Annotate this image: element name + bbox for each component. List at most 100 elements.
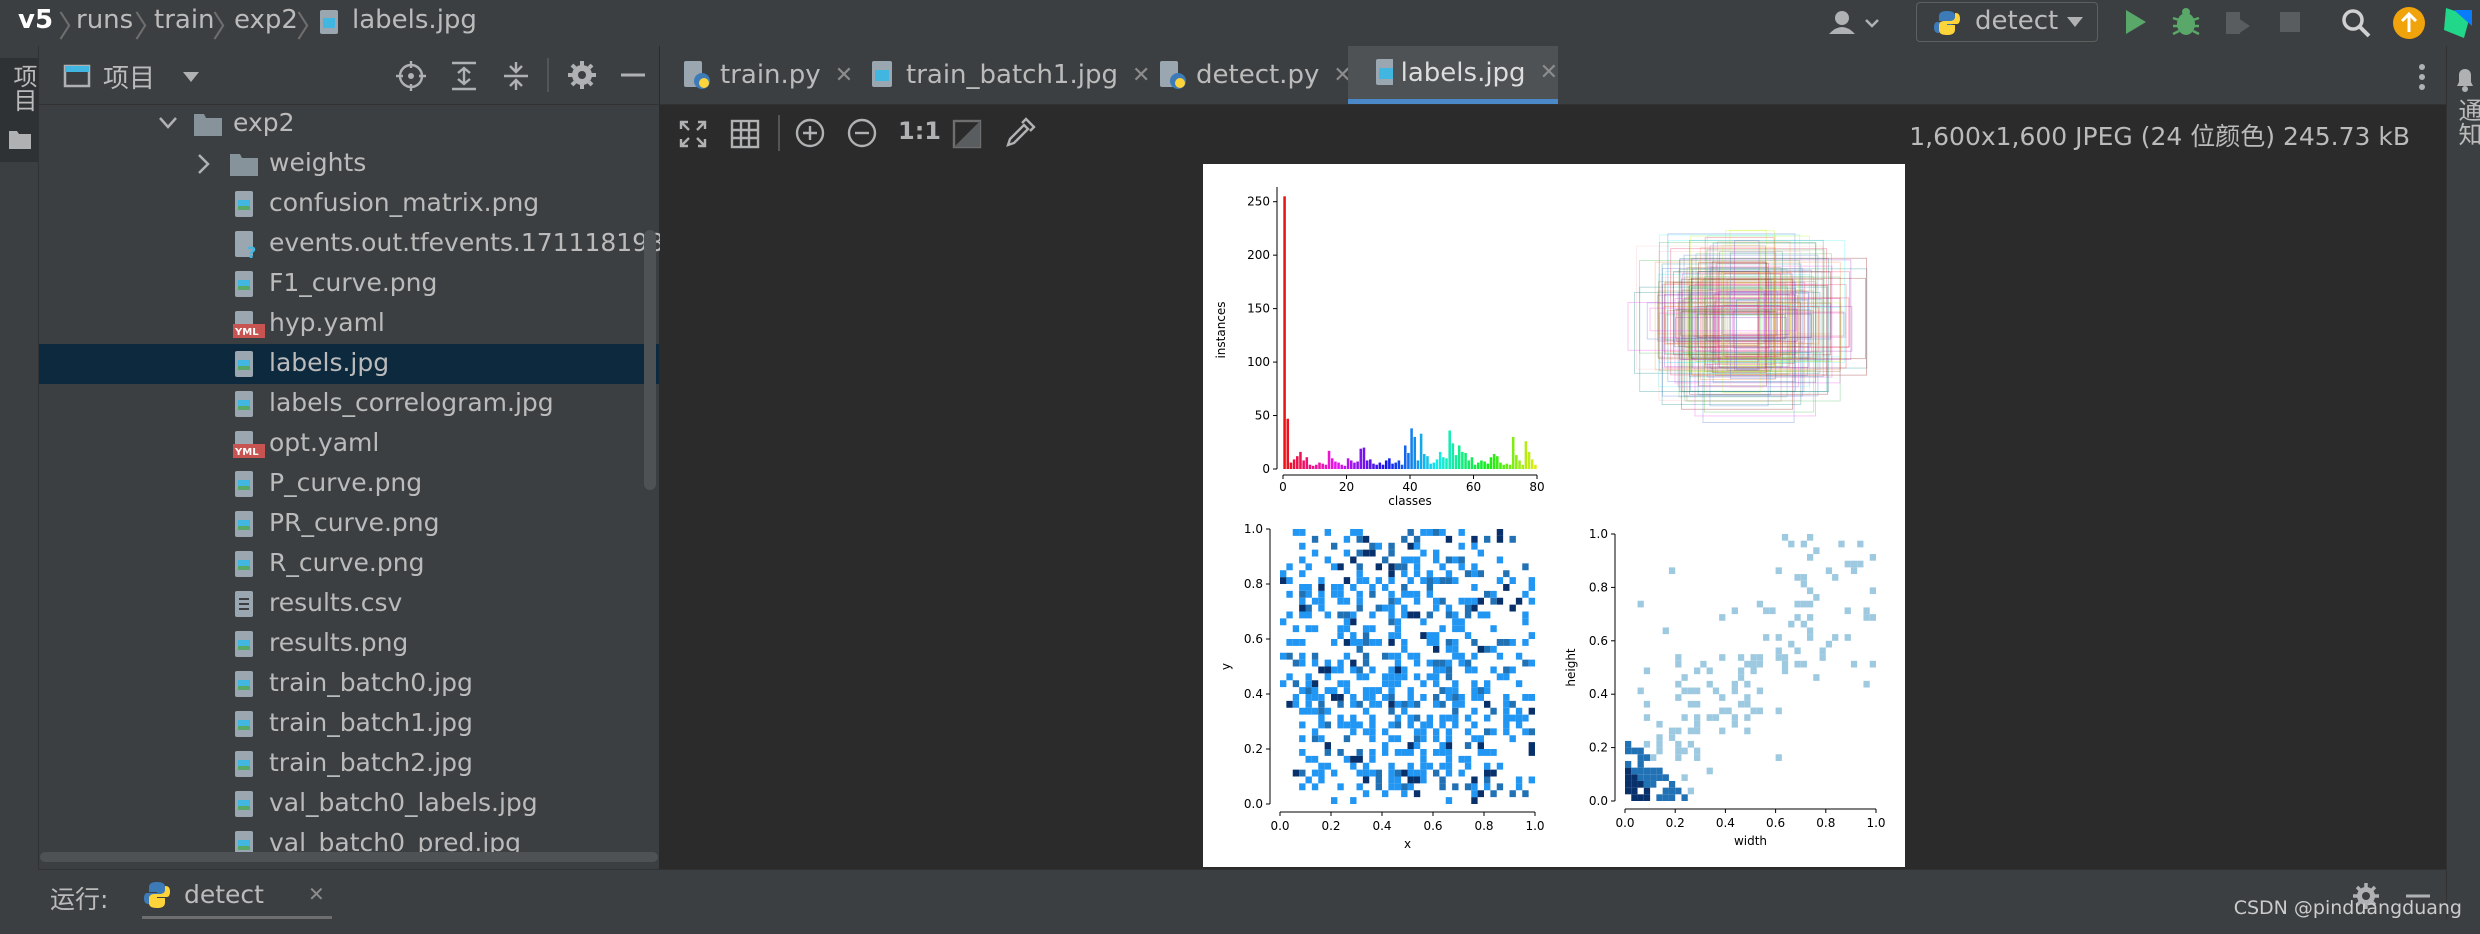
tab-train-py[interactable]: train.py ✕ — [682, 46, 853, 104]
hist-cell — [1477, 735, 1484, 743]
hist-cell — [1869, 660, 1876, 668]
tab-labels-jpg[interactable]: labels.jpg ✕ — [1348, 46, 1558, 104]
hist-cell — [1369, 749, 1376, 756]
tree-label: PR_curve.png — [269, 508, 440, 537]
more-actions-icon[interactable] — [2416, 62, 2428, 92]
image-file-icon — [235, 671, 253, 697]
hist-cell — [1401, 749, 1408, 756]
update-icon[interactable] — [2392, 6, 2426, 40]
hist-cell — [1637, 760, 1644, 768]
hist-cell — [1496, 535, 1504, 543]
bar — [1416, 460, 1420, 469]
close-icon[interactable]: ✕ — [1132, 63, 1150, 88]
coverage-icon[interactable] — [2222, 8, 2254, 38]
tree-file-row[interactable]: labels_correlogram.jpg — [39, 384, 659, 424]
run-tab-detect[interactable]: detect ✕ — [142, 870, 346, 920]
close-icon[interactable]: ✕ — [1540, 60, 1558, 85]
expand-all-icon[interactable] — [449, 60, 479, 92]
hist-cell — [1401, 584, 1408, 591]
bar — [1511, 436, 1515, 469]
hist-cell — [1394, 618, 1402, 626]
close-icon[interactable]: ✕ — [308, 882, 325, 906]
hist-cell — [1439, 700, 1446, 708]
chevron-down-icon[interactable] — [159, 116, 177, 130]
tree-file-row[interactable]: val_batch0_labels.jpg — [39, 784, 659, 824]
tree-file-row[interactable]: F1_curve.png — [39, 264, 659, 304]
hist-cell — [1305, 694, 1312, 701]
background-icon[interactable] — [952, 119, 982, 149]
hist-cell — [1362, 762, 1370, 770]
tree-file-row[interactable]: confusion_matrix.png — [39, 184, 659, 224]
color-picker-icon[interactable] — [1004, 117, 1036, 149]
tab-train-batch1-jpg[interactable]: train_batch1.jpg ✕ — [868, 46, 1150, 104]
breadcrumb-exp2[interactable]: exp2 — [234, 5, 298, 35]
chevron-down-icon[interactable] — [181, 70, 201, 84]
tree-file-row[interactable]: YML opt.yaml — [39, 424, 659, 464]
chevron-right-icon[interactable] — [197, 154, 211, 174]
hist-cell — [1522, 590, 1529, 598]
hist-cell — [1394, 673, 1402, 681]
tree-folder-exp2[interactable]: exp2 — [39, 104, 659, 144]
tree-file-row[interactable]: R_curve.png — [39, 544, 659, 584]
tree-file-row[interactable]: train_batch0.jpg — [39, 664, 659, 704]
tree-label: train_batch0.jpg — [269, 668, 473, 697]
hist-cell — [1407, 590, 1414, 598]
tree-file-row[interactable]: labels.jpg — [39, 344, 659, 384]
fit-to-window-icon[interactable] — [678, 119, 708, 149]
tree-file-row[interactable]: YML hyp.yaml — [39, 304, 659, 344]
bell-icon[interactable] — [2453, 66, 2477, 92]
editor-tabs: train.py ✕ train_batch1.jpg ✕ detect.py … — [660, 46, 2446, 105]
breadcrumb-project[interactable]: v5 — [18, 5, 53, 35]
tree-file-row[interactable]: PR_curve.png — [39, 504, 659, 544]
zoom-out-icon[interactable] — [846, 117, 878, 149]
zoom-in-icon[interactable] — [794, 117, 826, 149]
hist-cell — [1706, 667, 1713, 675]
user-icon[interactable] — [1826, 8, 1882, 38]
collapse-all-icon[interactable] — [501, 60, 531, 92]
hist-cell — [1369, 694, 1376, 701]
tree-file-row[interactable]: train_batch1.jpg — [39, 704, 659, 744]
tree-file-row[interactable]: ? events.out.tfevents.1711181987.D — [39, 224, 707, 264]
notifications-label[interactable]: 通知 — [2451, 98, 2480, 146]
tree-file-row[interactable]: P_curve.png — [39, 464, 659, 504]
stop-icon[interactable] — [2278, 10, 2302, 34]
breadcrumb-train[interactable]: train — [154, 5, 215, 35]
locate-icon[interactable] — [395, 60, 427, 92]
hist-cell — [1350, 611, 1357, 619]
tree-folder-weights[interactable]: weights — [39, 144, 659, 184]
hist-cell — [1712, 687, 1720, 695]
actual-size-button[interactable]: 1:1 — [898, 117, 941, 145]
grid-icon[interactable] — [730, 119, 760, 149]
tree-file-row[interactable]: train_batch2.jpg — [39, 744, 659, 784]
search-icon[interactable] — [2340, 7, 2372, 39]
run-config-select[interactable]: detect — [1916, 2, 2098, 42]
project-tool-button[interactable]: 项目 — [0, 58, 38, 162]
hist-cell — [1350, 556, 1357, 564]
tab-detect-py[interactable]: detect.py ✕ — [1158, 46, 1352, 104]
hist-cell — [1388, 687, 1395, 694]
hist-cell — [1362, 707, 1370, 715]
tree-file-row[interactable]: results.png — [39, 624, 659, 664]
tree-vertical-scrollbar[interactable] — [644, 230, 656, 490]
hist-cell — [1356, 673, 1363, 681]
hist-cell — [1750, 667, 1757, 675]
hist-cell — [1413, 735, 1421, 743]
tree-file-row[interactable]: results.csv — [39, 584, 659, 624]
gear-icon[interactable] — [567, 60, 597, 90]
breadcrumb-file[interactable]: labels.jpg — [352, 5, 477, 35]
hist-cell — [1420, 680, 1427, 688]
run-icon[interactable] — [2122, 8, 2148, 36]
hist-cell — [1781, 654, 1789, 661]
bar — [1445, 458, 1448, 469]
minimize-icon[interactable] — [619, 60, 647, 90]
project-panel-title[interactable]: 项目 — [103, 58, 155, 95]
close-icon[interactable]: ✕ — [835, 63, 853, 88]
breadcrumb-runs[interactable]: runs — [76, 5, 133, 35]
python-file-icon — [1160, 61, 1186, 89]
bar — [1467, 460, 1471, 469]
hist-cell — [1496, 639, 1504, 646]
tree-horizontal-scrollbar[interactable] — [40, 852, 658, 862]
debug-icon[interactable] — [2170, 6, 2202, 38]
hist-cell — [1687, 700, 1695, 708]
hist-cell — [1433, 659, 1440, 667]
